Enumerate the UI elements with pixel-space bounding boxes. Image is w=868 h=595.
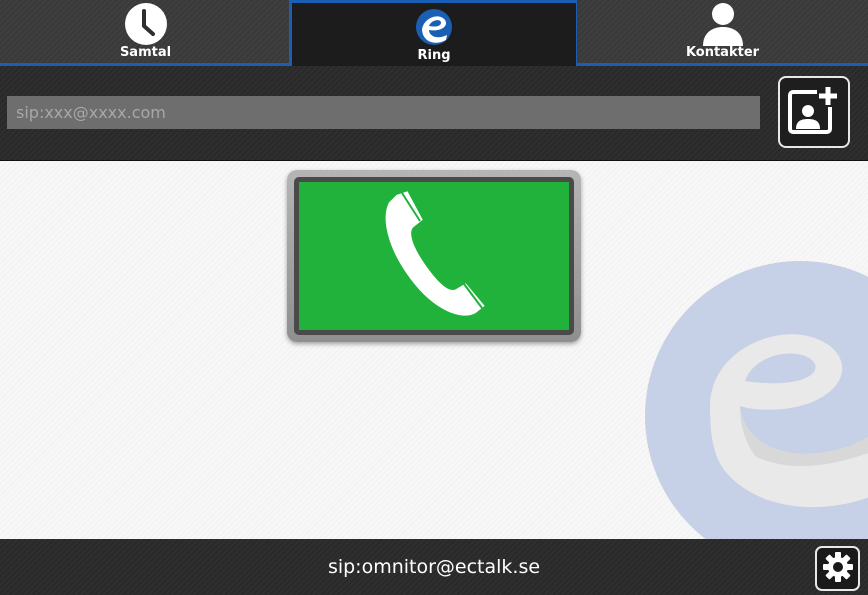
ectalk-logo-icon [413,5,455,49]
person-icon [700,2,746,46]
settings-button[interactable] [815,546,860,591]
account-address: sip:omnitor@ectalk.se [327,556,541,578]
tab-kontakter[interactable]: Kontakter [577,0,868,66]
ectalk-watermark-logo [640,256,868,539]
add-contact-icon [787,83,841,141]
call-button-frame [287,170,581,342]
call-button-face [299,182,569,330]
call-button[interactable] [294,177,574,335]
tab-ring-label: Ring [417,48,451,63]
clock-icon [124,2,168,46]
phone-handset-icon [374,188,494,324]
add-contact-button[interactable] [778,76,850,148]
gear-icon [822,551,854,587]
dial-bar [0,66,868,161]
tab-kontakter-label: Kontakter [685,45,760,60]
tab-samtal-label: Samtal [119,45,172,60]
tab-bar: Samtal Ring Kontakter [0,0,868,66]
tab-ring[interactable]: Ring [289,0,579,66]
main-area [0,161,868,539]
sip-address-input[interactable] [7,96,760,129]
status-bar: sip:omnitor@ectalk.se [0,539,868,595]
tab-samtal[interactable]: Samtal [0,0,291,66]
